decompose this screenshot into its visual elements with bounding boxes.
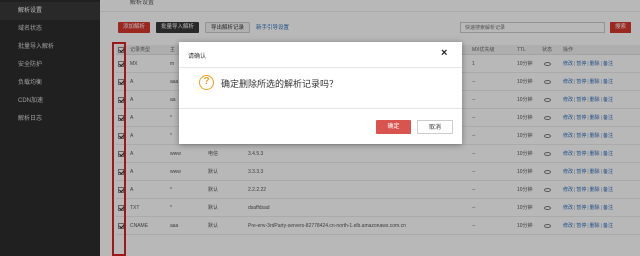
dialog-title: 请确认 [188, 54, 207, 60]
dialog-message: 确定删除所选的解析记录吗？ [221, 79, 339, 89]
dialog-body: ? 确定删除所选的解析记录吗？ [179, 68, 462, 108]
confirm-dialog: 请确认 × ? 确定删除所选的解析记录吗？ 确定 取消 [179, 42, 462, 144]
dialog-footer: 确定 取消 [179, 108, 462, 144]
cancel-button[interactable]: 取消 [417, 120, 453, 134]
dialog-header: 请确认 × [179, 42, 462, 68]
confirm-button[interactable]: 确定 [376, 120, 411, 134]
question-icon: ? [199, 75, 214, 90]
close-icon[interactable]: × [441, 48, 447, 59]
